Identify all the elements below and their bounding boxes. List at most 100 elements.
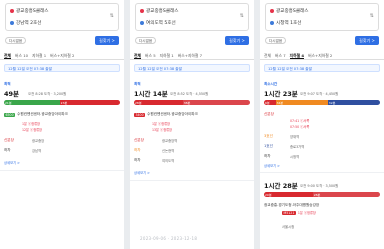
- transport-tabs: 전체 버스 5 지하철 1 버스+지하철 7: [130, 52, 254, 60]
- origin-field[interactable]: 광교중흥S클래스: [10, 8, 49, 14]
- timeline-segment-3: 32분: [327, 100, 380, 105]
- route-duration: 1시간 14분: [134, 90, 168, 98]
- start-marker-icon: [140, 9, 144, 13]
- step-label: 1호선: [264, 144, 273, 148]
- step-board: 신분당: [264, 112, 274, 117]
- arrival-info: 07:41 ⓒ서쪽: [290, 119, 310, 123]
- departure-time-bar[interactable]: 12월 12일 오전 07:38 출발: [264, 64, 380, 72]
- route2-duration: 1시간 28분: [264, 182, 298, 190]
- tab-bus[interactable]: 버스 5: [145, 52, 156, 59]
- destination-text: 여의도역 5호선: [146, 21, 176, 26]
- divider: [0, 170, 124, 171]
- route-meta: 오전 8:28 도착 · 3,200원: [28, 92, 67, 96]
- arrival-info: 1분 ⓒ정류장: [22, 122, 40, 126]
- details-link[interactable]: 상세보기 >: [4, 160, 20, 165]
- step-station: 광교중앙역: [162, 139, 178, 143]
- options-button[interactable]: 다시없음: [135, 37, 157, 44]
- step-transfer: 신분당: [4, 138, 14, 143]
- route2-step-board: 광교중흥.경기도청.아주대병원승강장: [264, 203, 319, 208]
- route-badge: 최적: [134, 82, 141, 86]
- tab-bus-subway[interactable]: 버스+지하철 2: [50, 52, 74, 59]
- swap-icon[interactable]: ⇅: [370, 13, 374, 19]
- tab-bus[interactable]: 버스 7: [275, 52, 286, 59]
- bus-number-chip: 6500: [4, 112, 16, 117]
- end-marker-icon: [10, 21, 14, 25]
- start-marker-icon: [270, 9, 274, 13]
- step-label: 하차: [264, 154, 271, 158]
- arrival-info-2: 07:50 ⓒ서쪽: [290, 125, 310, 129]
- details-link[interactable]: 상세보기 >: [264, 163, 280, 168]
- origin-text: 광교중흥S클래스: [146, 9, 179, 14]
- step-station: 여의도역: [162, 159, 175, 163]
- step-alight: 하차: [4, 148, 11, 153]
- start-marker-icon: [10, 9, 14, 13]
- step-transfer: 3호선: [264, 134, 273, 139]
- departure-time-bar[interactable]: 12월 12일 오전 07:38 출발: [4, 64, 120, 72]
- step-station: 광교중앙: [32, 139, 45, 143]
- timeline-segment-1: 20분: [264, 192, 313, 197]
- tab-subway[interactable]: 지하철 4: [289, 52, 305, 59]
- destination-field[interactable]: 강남역 2호선: [10, 20, 42, 26]
- destination-text: 시청역 1호선: [276, 21, 302, 26]
- arrival-info: 1분 ⓒ정류장: [297, 211, 316, 215]
- tab-all[interactable]: 전체: [264, 52, 271, 59]
- route-badge: 최적: [4, 82, 11, 86]
- bus-number-chip: 3400: [134, 112, 146, 117]
- divider: [260, 172, 384, 173]
- step-station: 시청역: [290, 155, 300, 159]
- swap-icon[interactable]: ⇅: [110, 13, 114, 19]
- step-transfer: 신분당: [134, 138, 144, 143]
- transport-tabs: 전체 버스 7 지하철 4 버스+지하철 2: [260, 52, 384, 60]
- swap-icon[interactable]: ⇅: [240, 13, 244, 19]
- options-button[interactable]: 다시없음: [5, 37, 27, 44]
- step-label: 하차: [4, 148, 11, 152]
- options-button[interactable]: 다시없음: [265, 37, 287, 44]
- directions-button[interactable]: 길찾기 >: [95, 36, 119, 45]
- destination-text: 강남역 2호선: [16, 21, 42, 26]
- step-label: 수원컨벤션센터.광교중앙아이파크: [17, 112, 68, 116]
- route-search-box: 광교중흥S클래스 강남역 2호선 ⇅: [5, 3, 119, 31]
- timeline-segment-1: 6분: [264, 100, 276, 105]
- step-board-bus: 3400 수원컨벤션센터.광교중앙아이파크: [134, 112, 198, 117]
- step-station: 신논현역: [162, 149, 175, 153]
- tab-subway[interactable]: 지하철 1: [160, 52, 174, 59]
- route2-timeline: 20분 28분: [264, 192, 380, 197]
- end-marker-icon: [270, 21, 274, 25]
- bus-number-chip: M5121: [282, 210, 296, 215]
- origin-text: 광교중흥S클래스: [16, 9, 49, 14]
- destination-field[interactable]: 시청역 1호선: [270, 20, 302, 26]
- origin-field[interactable]: 광교중흥S클래스: [270, 8, 309, 14]
- step-label: 3호선: [264, 134, 273, 138]
- step-station: 양재역: [290, 135, 300, 139]
- tab-bus-subway[interactable]: 버스+지하철 2: [308, 52, 332, 59]
- date-watermark: 2023-09-06 · 2023-12-18: [140, 236, 198, 241]
- tab-all[interactable]: 전체: [4, 52, 11, 59]
- tab-subway[interactable]: 지하철 1: [32, 52, 46, 59]
- transport-tabs: 전체 버스 10 지하철 1 버스+지하철 2: [0, 52, 124, 60]
- step-label: 신분당: [264, 112, 274, 116]
- step-board-bus: 6500 수원컨벤션센터.광교중앙아이파크: [4, 112, 68, 117]
- directions-button[interactable]: 길찾기 >: [225, 36, 249, 45]
- arrival-info-2: 13분 ⓒ정류장: [152, 128, 172, 132]
- result-panel-yeouido: 광교중흥S클래스 여의도역 5호선 ⇅ 다시없음 길찾기 > 전체 버스 5 지…: [130, 0, 254, 249]
- step-station: 종로3가역: [290, 145, 305, 149]
- timeline-subway-segment: 23분: [59, 100, 120, 105]
- tab-all[interactable]: 전체: [134, 52, 141, 59]
- divider: [130, 180, 254, 181]
- route-timeline: 21분 23분: [4, 100, 120, 105]
- details-link[interactable]: 상세보기 >: [134, 170, 150, 175]
- directions-button[interactable]: 길찾기 >: [355, 36, 379, 45]
- tab-bus-subway[interactable]: 버스+지하철 7: [178, 52, 202, 59]
- timeline-subway-segment: 38분: [182, 100, 250, 105]
- route-meta: 오전 8:52 도착 · 4,550원: [170, 92, 209, 96]
- result-panel-cityhall: 광교중흥S클래스 시청역 1호선 ⇅ 다시없음 길찾기 > 전체 버스 7 지하…: [260, 0, 384, 249]
- timeline-bus-segment: 21분: [4, 100, 60, 105]
- departure-time-bar[interactable]: 12월 12일 오전 07:38 출발: [134, 64, 250, 72]
- route-timeline: 28분 38분: [134, 100, 250, 105]
- step-label: 신분당: [4, 138, 14, 142]
- destination-field[interactable]: 여의도역 5호선: [140, 20, 176, 26]
- tab-bus[interactable]: 버스 10: [15, 52, 28, 59]
- timeline-bus-segment: 28분: [134, 100, 183, 105]
- origin-field[interactable]: 광교중흥S클래스: [140, 8, 179, 14]
- step-transfer-2: 하차: [134, 148, 141, 153]
